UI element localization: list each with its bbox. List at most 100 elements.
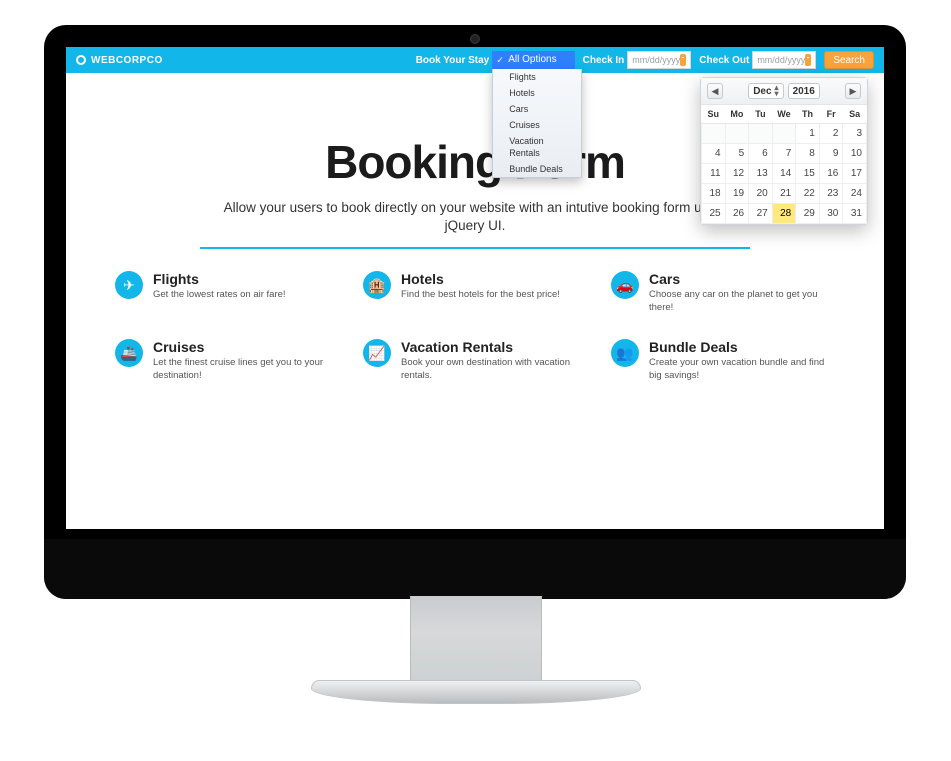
page-subtitle: Allow your users to book directly on you… xyxy=(215,199,735,235)
date-cell[interactable]: 25 xyxy=(702,204,726,224)
category-select[interactable]: All Options FlightsHotelsCarsCruisesVaca… xyxy=(492,51,574,69)
dow-header: Tu xyxy=(749,105,773,124)
updown-icon: ▴▾ xyxy=(775,85,779,97)
date-cell[interactable]: 5 xyxy=(725,144,749,164)
feature-icon: 👥 xyxy=(611,339,639,367)
date-cell xyxy=(772,124,796,144)
date-cell[interactable]: 24 xyxy=(843,184,867,204)
feature-desc: Create your own vacation bundle and find… xyxy=(649,357,835,383)
feature-icon: ✈ xyxy=(115,271,143,299)
feature-desc: Choose any car on the planet to get you … xyxy=(649,289,835,315)
checkin-input[interactable]: mm/dd/yyyy xyxy=(627,51,691,69)
category-option[interactable]: Bundle Deals xyxy=(493,161,581,177)
feature-icon: 🏨 xyxy=(363,271,391,299)
datepicker-header: ◀ Dec ▴▾ 2016 ▶ xyxy=(701,78,867,105)
date-cell[interactable]: 21 xyxy=(772,184,796,204)
feature-desc: Find the best hotels for the best price! xyxy=(401,289,560,302)
datepicker-popup[interactable]: ◀ Dec ▴▾ 2016 ▶ SuMoTuWeThFrSa 12345 xyxy=(700,77,868,225)
date-cell[interactable]: 1 xyxy=(796,124,820,144)
category-dropdown[interactable]: FlightsHotelsCarsCruisesVacation Rentals… xyxy=(492,69,582,178)
dow-header: Mo xyxy=(725,105,749,124)
feature-icon: 📈 xyxy=(363,339,391,367)
monitor-stand-base xyxy=(311,680,641,704)
checkin-label: Check In xyxy=(583,55,625,66)
date-cell[interactable]: 3 xyxy=(843,124,867,144)
date-cell[interactable]: 19 xyxy=(725,184,749,204)
checkout-label: Check Out xyxy=(699,55,749,66)
date-cell[interactable]: 14 xyxy=(772,164,796,184)
checkin-placeholder: mm/dd/yyyy xyxy=(632,55,680,65)
camera-icon xyxy=(470,34,480,44)
calendar-icon[interactable] xyxy=(680,54,686,66)
topbar: WEBCORPCO Book Your Stay All Options Fli… xyxy=(66,47,884,73)
date-cell[interactable]: 2 xyxy=(819,124,843,144)
checkout-input[interactable]: mm/dd/yyyy xyxy=(752,51,816,69)
date-cell[interactable]: 22 xyxy=(796,184,820,204)
feature-item: ✈ Flights Get the lowest rates on air fare… xyxy=(115,271,339,315)
date-cell[interactable]: 31 xyxy=(843,204,867,224)
calendar-icon[interactable] xyxy=(805,54,811,66)
date-cell[interactable]: 27 xyxy=(749,204,773,224)
date-cell[interactable]: 29 xyxy=(796,204,820,224)
feature-title: Flights xyxy=(153,271,286,287)
month-select[interactable]: Dec ▴▾ xyxy=(748,83,783,99)
date-cell[interactable]: 26 xyxy=(725,204,749,224)
date-cell[interactable]: 6 xyxy=(749,144,773,164)
feature-item: 📈 Vacation Rentals Book your own destinati… xyxy=(363,339,587,383)
date-cell[interactable]: 15 xyxy=(796,164,820,184)
feature-item: 👥 Bundle Deals Create your own vacation bu… xyxy=(611,339,835,383)
date-cell[interactable]: 11 xyxy=(702,164,726,184)
year-value: 2016 xyxy=(793,86,815,97)
date-cell[interactable]: 10 xyxy=(843,144,867,164)
feature-desc: Get the lowest rates on air fare! xyxy=(153,289,286,302)
category-option[interactable]: Flights xyxy=(493,69,581,85)
feature-desc: Let the finest cruise lines get you to y… xyxy=(153,357,339,383)
date-cell[interactable]: 12 xyxy=(725,164,749,184)
prev-month-button[interactable]: ◀ xyxy=(707,83,723,99)
year-select[interactable]: 2016 xyxy=(788,83,820,99)
date-cell[interactable]: 9 xyxy=(819,144,843,164)
date-cell[interactable]: 16 xyxy=(819,164,843,184)
date-cell[interactable]: 4 xyxy=(702,144,726,164)
monitor-stand-neck xyxy=(410,596,542,686)
date-cell xyxy=(725,124,749,144)
dow-header: Su xyxy=(702,105,726,124)
date-cell[interactable]: 28 xyxy=(772,204,796,224)
datepicker-grid: SuMoTuWeThFrSa 1234567891011121314151617… xyxy=(701,105,867,224)
date-cell[interactable]: 30 xyxy=(819,204,843,224)
search-button[interactable]: Search xyxy=(824,51,874,69)
feature-title: Cars xyxy=(649,271,835,287)
brand-icon xyxy=(76,55,86,65)
date-cell[interactable]: 23 xyxy=(819,184,843,204)
screen: WEBCORPCO Book Your Stay All Options Fli… xyxy=(66,47,884,529)
category-option[interactable]: Cruises xyxy=(493,117,581,133)
feature-item: 🏨 Hotels Find the best hotels for the best… xyxy=(363,271,587,315)
divider xyxy=(200,247,750,249)
feature-desc: Book your own destination with vacation … xyxy=(401,357,587,383)
date-cell[interactable]: 20 xyxy=(749,184,773,204)
checkin-block: Check In mm/dd/yyyy xyxy=(583,51,692,69)
monitor-chin xyxy=(44,539,906,599)
feature-icon: 🚢 xyxy=(115,339,143,367)
features-grid: ✈ Flights Get the lowest rates on air fare… xyxy=(115,271,835,382)
monitor-frame: WEBCORPCO Book Your Stay All Options Fli… xyxy=(44,25,906,599)
category-option[interactable]: Hotels xyxy=(493,85,581,101)
date-cell[interactable]: 7 xyxy=(772,144,796,164)
dow-header: We xyxy=(772,105,796,124)
dow-header: Th xyxy=(796,105,820,124)
date-cell[interactable]: 13 xyxy=(749,164,773,184)
month-value: Dec xyxy=(753,86,771,97)
brand[interactable]: WEBCORPCO xyxy=(76,55,163,66)
feature-title: Bundle Deals xyxy=(649,339,835,355)
next-month-button[interactable]: ▶ xyxy=(845,83,861,99)
date-cell[interactable]: 17 xyxy=(843,164,867,184)
date-cell[interactable]: 8 xyxy=(796,144,820,164)
date-cell[interactable]: 18 xyxy=(702,184,726,204)
category-select-value[interactable]: All Options xyxy=(492,51,574,69)
category-option[interactable]: Vacation Rentals xyxy=(493,133,581,161)
checkout-placeholder: mm/dd/yyyy xyxy=(757,55,805,65)
feature-title: Hotels xyxy=(401,271,560,287)
feature-item: 🚢CruisesLet the finest cruise lines get … xyxy=(115,339,339,383)
feature-title: Vacation Rentals xyxy=(401,339,587,355)
category-option[interactable]: Cars xyxy=(493,101,581,117)
